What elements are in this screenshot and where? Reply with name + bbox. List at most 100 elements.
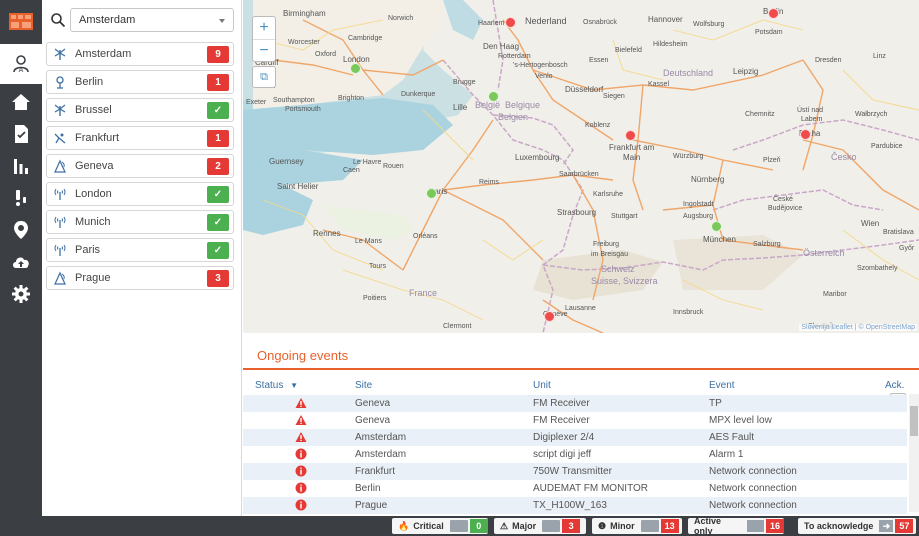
- event-row[interactable]: Geneva FM Receiver MPX level low: [243, 412, 907, 429]
- svg-text:Reims: Reims: [479, 179, 499, 186]
- events-panel: Ongoing events Status ▼ Site Unit Event …: [243, 334, 919, 516]
- zoom-out-button[interactable]: −: [253, 39, 275, 61]
- sort-desc-icon: ▼: [290, 381, 299, 390]
- event-site-cell: Amsterdam: [355, 449, 407, 460]
- map-marker-brussel[interactable]: [488, 91, 499, 102]
- critical-filter[interactable]: 🔥 Critical 0: [392, 518, 488, 534]
- event-row[interactable]: Geneva FM Receiver TP: [243, 395, 907, 412]
- svg-text:Brugge: Brugge: [453, 79, 476, 86]
- event-event-cell: Alarm 1: [709, 449, 744, 460]
- events-title: Ongoing events: [257, 348, 349, 363]
- event-site-cell: Geneva: [355, 415, 391, 426]
- minor-filter[interactable]: ❶ Minor 13: [592, 518, 682, 534]
- svg-text:Southampton: Southampton: [273, 97, 315, 104]
- minor-label: Minor: [610, 521, 635, 531]
- map-marker-paris[interactable]: [426, 188, 437, 199]
- to-acknowledge-count: 57: [895, 519, 914, 533]
- svg-text:Wien: Wien: [861, 219, 879, 228]
- nav-settings[interactable]: [0, 278, 42, 310]
- map-attribution[interactable]: Slovenija Leaflet | © OpenStreetMap: [799, 324, 917, 331]
- site-item-berlin[interactable]: Berlin 1: [46, 70, 234, 94]
- site-column-header[interactable]: Site: [355, 380, 372, 391]
- svg-text:Maribor: Maribor: [823, 291, 847, 298]
- status-column-header[interactable]: Status ▼: [255, 380, 298, 391]
- map-marker-london[interactable]: [350, 63, 361, 74]
- svg-text:Plzeň: Plzeň: [763, 157, 781, 164]
- chevron-down-icon: [219, 19, 225, 23]
- svg-text:Rennes: Rennes: [313, 229, 341, 238]
- nav-map[interactable]: [0, 214, 42, 246]
- map-marker-geneva[interactable]: [544, 311, 555, 322]
- site-item-prague[interactable]: Prague 3: [46, 266, 234, 290]
- map-marker-amsterdam[interactable]: [505, 17, 516, 28]
- nav-cloud[interactable]: [0, 246, 42, 278]
- event-unit-cell: script digi jeff: [533, 449, 592, 460]
- svg-text:Győr: Győr: [899, 245, 915, 252]
- svg-text:Exeter: Exeter: [246, 99, 267, 106]
- svg-text:Leipzig: Leipzig: [733, 67, 758, 76]
- site-item-amsterdam[interactable]: Amsterdam 9: [46, 42, 234, 66]
- site-alarm-count-badge: 1: [207, 74, 229, 91]
- svg-text:Saarbrücken: Saarbrücken: [559, 171, 599, 178]
- eye-icon[interactable]: [542, 520, 561, 532]
- map-marker-frankfurt[interactable]: [625, 130, 636, 141]
- active-only-filter[interactable]: Active only 16: [688, 516, 784, 536]
- svg-text:Bielefeld: Bielefeld: [615, 47, 642, 54]
- event-row[interactable]: Berlin AUDEMAT FM MONITOR Network connecti…: [243, 480, 907, 497]
- eye-icon[interactable]: [640, 520, 659, 532]
- svg-text:Oxford: Oxford: [315, 51, 336, 58]
- map-marker-prague[interactable]: [800, 129, 811, 140]
- nav-alarms[interactable]: [0, 182, 42, 214]
- event-row[interactable]: Prague TX_H100W_163 Network connection: [243, 497, 907, 514]
- active-only-toggle[interactable]: [746, 520, 764, 532]
- event-unit-cell: FM Receiver: [533, 415, 590, 426]
- critical-warning-icon: [295, 414, 307, 426]
- svg-text:Venlo: Venlo: [535, 73, 553, 80]
- nav-reports[interactable]: [0, 118, 42, 150]
- svg-text:België: België: [475, 100, 500, 110]
- svg-text:im Breisgau: im Breisgau: [591, 251, 628, 258]
- map-marker-berlin[interactable]: [768, 8, 779, 19]
- event-site-cell: Frankfurt: [355, 466, 396, 477]
- nav-sites[interactable]: A: [0, 44, 42, 84]
- eye-icon[interactable]: [449, 520, 468, 532]
- event-row[interactable]: Amsterdam script digi jeff Alarm 1: [243, 446, 907, 463]
- svg-text:Haarlem: Haarlem: [478, 20, 505, 27]
- event-row[interactable]: Amsterdam Digiplexer 2/4 AES Fault: [243, 429, 907, 446]
- svg-text:Würzburg: Würzburg: [673, 153, 703, 160]
- to-acknowledge-filter[interactable]: To acknowledge ➜ 57: [798, 518, 916, 534]
- svg-text:Hildesheim: Hildesheim: [653, 41, 688, 48]
- map-marker-munich[interactable]: [711, 221, 722, 232]
- site-item-london[interactable]: London ✓: [46, 182, 234, 206]
- zoom-in-button[interactable]: +: [253, 17, 275, 39]
- status-header-label: Status: [255, 380, 284, 391]
- fullscreen-button[interactable]: ⧉: [252, 66, 276, 88]
- site-item-munich[interactable]: Munich ✓: [46, 210, 234, 234]
- event-row[interactable]: Frankfurt 750W Transmitter Network connect…: [243, 463, 907, 480]
- search-icon: [51, 13, 66, 28]
- svg-text:Suisse, Svizzera: Suisse, Svizzera: [591, 276, 658, 286]
- site-select-dropdown[interactable]: Amsterdam: [70, 8, 234, 32]
- svg-text:České: České: [773, 194, 793, 203]
- map-view[interactable]: Birmingham Norwich Cambridge Worcester O…: [243, 0, 919, 333]
- site-item-geneva[interactable]: Geneva 2: [46, 154, 234, 178]
- unit-column-header[interactable]: Unit: [533, 380, 551, 391]
- site-item-frankfurt[interactable]: Frankfurt 1: [46, 126, 234, 150]
- nav-statistics[interactable]: [0, 150, 42, 182]
- scrollbar-thumb[interactable]: [910, 406, 918, 436]
- event-column-header[interactable]: Event: [709, 380, 735, 391]
- svg-text:Lille: Lille: [453, 103, 468, 112]
- antenna-icon: [53, 75, 67, 89]
- site-item-brussel[interactable]: Brussel ✓: [46, 98, 234, 122]
- minor-info-icon: [295, 448, 307, 460]
- events-scrollbar[interactable]: [909, 394, 919, 512]
- flame-icon: 🔥: [398, 520, 410, 531]
- site-item-label: Geneva: [75, 160, 114, 172]
- major-filter[interactable]: ⚠ Major 3: [494, 518, 586, 534]
- nav-home[interactable]: [0, 86, 42, 118]
- satellite-icon: [53, 131, 67, 145]
- arrow-right-icon[interactable]: ➜: [879, 520, 894, 532]
- site-item-paris[interactable]: Paris ✓: [46, 238, 234, 262]
- events-table-header: Status ▼ Site Unit Event Ack.: [243, 378, 919, 394]
- event-event-cell: Network connection: [709, 500, 797, 511]
